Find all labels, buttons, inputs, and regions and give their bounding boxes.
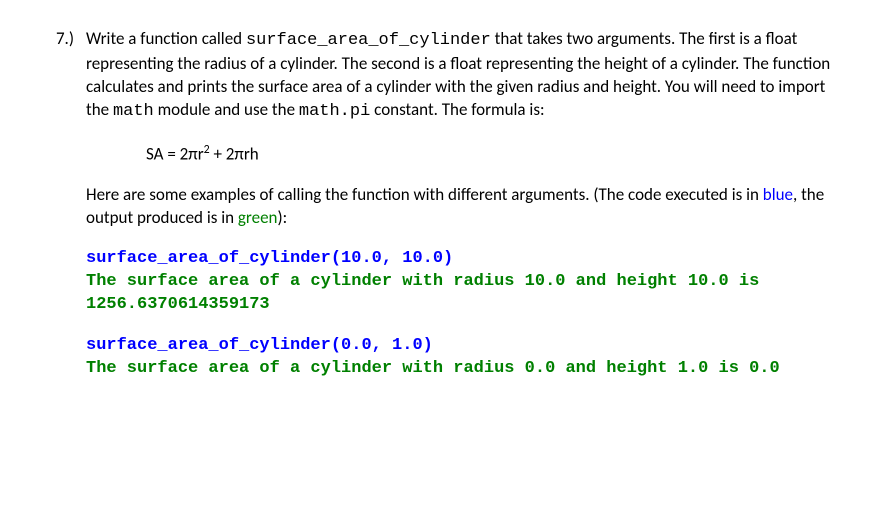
example-1-output: The surface area of a cylinder with radi… [86,271,850,317]
function-name: surface_area_of_cylinder [246,31,491,50]
example-2-output: The surface area of a cylinder with radi… [86,358,850,381]
intro-paragraph: Write a function called surface_area_of_… [86,28,850,124]
examples-intro-3: ): [277,207,287,228]
examples-intro-1: Here are some examples of calling the fu… [86,184,763,205]
constant-name: math.pi [299,102,370,121]
question-number: 7.) [40,28,86,381]
question-block: 7.) Write a function called surface_area… [40,28,850,381]
example-2-call: surface_area_of_cylinder(0.0, 1.0) [86,335,850,358]
intro-text-4: constant. The formula is: [370,99,544,120]
green-word: green [238,207,278,228]
module-name: math [113,102,154,121]
example-1-call: surface_area_of_cylinder(10.0, 10.0) [86,248,850,271]
formula: SA = 2πr2 + 2πrh [146,142,850,167]
intro-text-3: module and use the [154,99,299,120]
page: 7.) Write a function called surface_area… [0,0,890,401]
examples-intro: Here are some examples of calling the fu… [86,184,850,230]
intro-text-1: Write a function called [86,28,246,49]
blue-word: blue [763,184,793,205]
question-body: Write a function called surface_area_of_… [86,28,850,381]
